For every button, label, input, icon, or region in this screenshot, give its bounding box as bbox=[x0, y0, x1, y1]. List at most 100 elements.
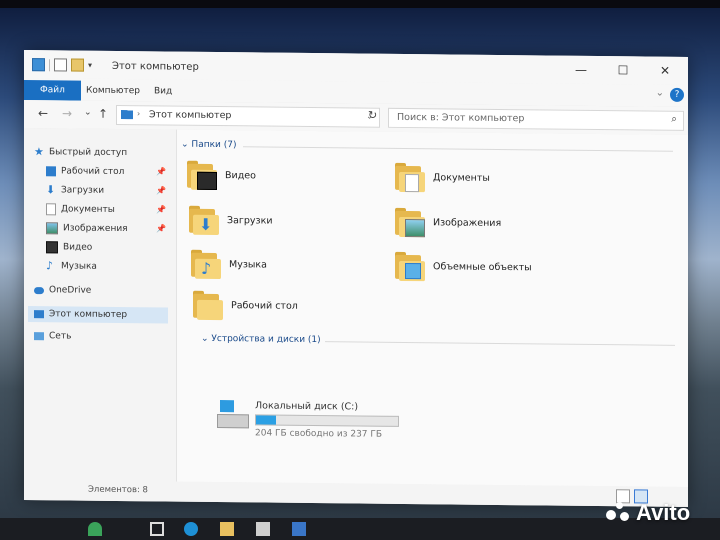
3d-objects-folder-icon bbox=[395, 251, 425, 282]
address-bar[interactable]: › Этот компьютер ⌄ bbox=[116, 104, 380, 128]
minimize-button[interactable]: — bbox=[560, 60, 602, 80]
sidebar-item-label: Быстрый доступ bbox=[49, 147, 128, 159]
drive-usage-bar bbox=[255, 414, 399, 427]
cactus-icon bbox=[88, 522, 102, 536]
folder-label: Объемные объекты bbox=[433, 260, 532, 273]
maximize-button[interactable]: ☐ bbox=[602, 60, 644, 80]
customize-toolbar-chevron-icon[interactable]: ▾ bbox=[88, 61, 92, 70]
drive-free-space: 204 ГБ свободно из 237 ГБ bbox=[255, 428, 383, 440]
forward-button[interactable]: → bbox=[62, 106, 72, 120]
folder-downloads[interactable]: ⬇ Загрузки bbox=[189, 205, 273, 236]
computer-icon bbox=[121, 110, 133, 120]
search-icon[interactable]: ⌕ bbox=[671, 114, 677, 125]
pictures-folder-icon bbox=[395, 207, 425, 238]
video-folder-icon bbox=[187, 160, 217, 191]
music-folder-icon: ♪ bbox=[191, 249, 221, 280]
breadcrumb-chevron-icon[interactable]: › bbox=[137, 109, 140, 118]
tab-computer[interactable]: Компьютер bbox=[76, 83, 150, 100]
drive-usage-fill bbox=[256, 415, 276, 425]
folder-music[interactable]: ♪ Музыка bbox=[191, 249, 267, 280]
group-title: Папки (7) bbox=[191, 139, 237, 151]
sidebar-item-network[interactable]: Сеть bbox=[34, 328, 168, 345]
collapse-chevron-icon[interactable]: ⌄ bbox=[201, 334, 209, 344]
task-view-icon[interactable] bbox=[150, 522, 164, 536]
music-icon: ♪ bbox=[46, 259, 54, 273]
window-title: Этот компьютер bbox=[112, 60, 199, 73]
folder-documents[interactable]: Документы bbox=[395, 162, 490, 193]
folder-label: Документы bbox=[433, 171, 490, 184]
video-icon bbox=[46, 241, 58, 254]
sidebar-item-this-pc[interactable]: Этот компьютер bbox=[28, 306, 168, 324]
computer-icon bbox=[32, 58, 45, 72]
content-pane: ⌄ Папки (7) Видео Документы ⬇ Загрузки И… bbox=[177, 129, 688, 487]
sidebar-item-desktop[interactable]: Рабочий стол 📌 bbox=[46, 163, 168, 180]
sidebar-item-label: Документы bbox=[61, 204, 115, 215]
sidebar-item-label: Рабочий стол bbox=[61, 166, 125, 178]
folder-pictures[interactable]: Изображения bbox=[395, 207, 501, 238]
sidebar-item-label: Музыка bbox=[61, 261, 97, 272]
folder-label: Рабочий стол bbox=[231, 299, 298, 312]
documents-folder-icon bbox=[395, 162, 425, 193]
drives-group-header[interactable]: ⌄ Устройства и диски (1) bbox=[201, 334, 681, 349]
sidebar-item-pictures[interactable]: Изображения 📌 bbox=[46, 220, 168, 237]
sidebar-item-downloads[interactable]: ⬇ Загрузки 📌 bbox=[46, 182, 168, 199]
expand-ribbon-chevron-icon[interactable]: ⌄ bbox=[656, 88, 664, 99]
sidebar-item-label: Этот компьютер bbox=[49, 309, 128, 321]
sidebar-item-label: OneDrive bbox=[49, 285, 92, 296]
file-explorer-window: ▾ Этот компьютер — ☐ ✕ Файл Компьютер Ви… bbox=[24, 50, 688, 507]
up-button[interactable]: ↑ bbox=[98, 107, 108, 121]
close-button[interactable]: ✕ bbox=[644, 60, 686, 80]
cloud-icon bbox=[34, 286, 44, 294]
sidebar-item-label: Изображения bbox=[63, 223, 128, 235]
sidebar-item-quick-access[interactable]: ★ Быстрый доступ bbox=[34, 144, 168, 161]
sidebar-item-documents[interactable]: Документы 📌 bbox=[46, 201, 168, 218]
pin-icon[interactable]: 📌 bbox=[156, 221, 166, 237]
sidebar-item-label: Загрузки bbox=[61, 185, 105, 196]
local-disk-icon bbox=[217, 400, 249, 430]
desktop-folder-icon bbox=[193, 290, 223, 321]
download-icon: ⬇ bbox=[46, 183, 56, 197]
sidebar-item-onedrive[interactable]: OneDrive bbox=[34, 282, 168, 299]
tab-view[interactable]: Вид bbox=[144, 83, 182, 99]
store-icon[interactable] bbox=[256, 522, 270, 536]
folder-label: Видео bbox=[225, 169, 256, 181]
avito-wordmark: Avito bbox=[636, 500, 691, 525]
folders-group-header[interactable]: ⌄ Папки (7) bbox=[181, 140, 681, 155]
sidebar-item-music[interactable]: ♪ Музыка bbox=[46, 258, 168, 275]
folder-label: Загрузки bbox=[227, 214, 273, 227]
computer-icon bbox=[34, 310, 44, 319]
new-folder-icon[interactable] bbox=[71, 58, 84, 72]
back-button[interactable]: ← bbox=[38, 106, 48, 120]
address-path[interactable]: Этот компьютер bbox=[149, 109, 231, 121]
document-icon bbox=[46, 203, 56, 216]
file-explorer-icon[interactable] bbox=[220, 522, 234, 536]
quick-access-toolbar: ▾ bbox=[32, 58, 92, 72]
folder-videos[interactable]: Видео bbox=[187, 160, 256, 191]
mail-icon[interactable] bbox=[292, 522, 306, 536]
folder-3d-objects[interactable]: Объемные объекты bbox=[395, 251, 532, 282]
monitor-bezel bbox=[0, 0, 720, 8]
recent-locations-button[interactable]: ⌄ bbox=[84, 108, 92, 118]
help-button[interactable]: ? bbox=[670, 87, 684, 102]
avito-logo-icon bbox=[606, 502, 632, 524]
search-input[interactable]: Поиск в: Этот компьютер ⌕ bbox=[388, 107, 684, 131]
pin-icon[interactable]: 📌 bbox=[156, 202, 166, 218]
sidebar-item-videos[interactable]: Видео bbox=[46, 239, 168, 256]
collapse-chevron-icon[interactable]: ⌄ bbox=[181, 140, 189, 150]
toolbar-divider bbox=[49, 58, 50, 71]
group-divider bbox=[325, 341, 675, 346]
group-divider bbox=[243, 146, 673, 152]
refresh-button[interactable]: ↻ bbox=[368, 109, 382, 125]
sidebar-item-label: Видео bbox=[63, 242, 93, 253]
pin-icon[interactable]: 📌 bbox=[156, 164, 166, 180]
properties-icon[interactable] bbox=[54, 58, 67, 72]
tab-file[interactable]: Файл bbox=[24, 80, 81, 101]
pin-icon[interactable]: 📌 bbox=[156, 183, 166, 199]
folder-desktop[interactable]: Рабочий стол bbox=[193, 290, 298, 321]
search-placeholder: Поиск в: Этот компьютер bbox=[397, 111, 525, 125]
drive-c[interactable]: Локальный диск (C:) 204 ГБ свободно из 2… bbox=[217, 400, 399, 440]
edge-browser-icon[interactable] bbox=[184, 522, 198, 536]
downloads-folder-icon: ⬇ bbox=[189, 205, 219, 236]
folder-label: Музыка bbox=[229, 258, 267, 271]
desktop-icon bbox=[46, 166, 56, 177]
